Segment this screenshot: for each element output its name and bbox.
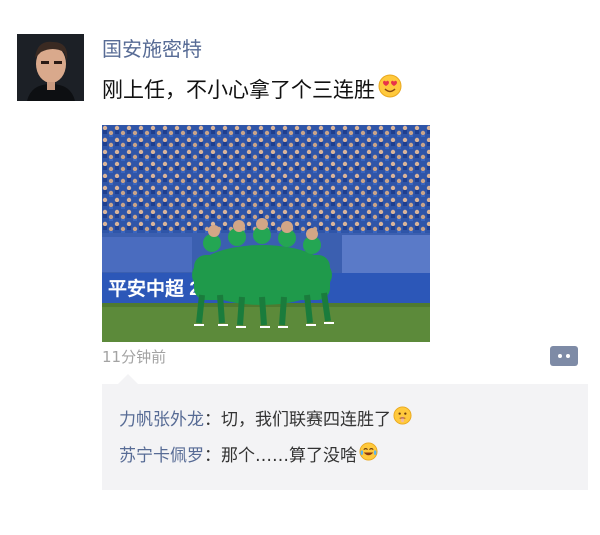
commenter-name[interactable]: 苏宁卡佩罗	[119, 443, 204, 469]
heart-eyes-emoji-icon	[378, 74, 402, 106]
comment-separator: ：	[204, 409, 221, 430]
tears-of-joy-emoji-icon	[359, 442, 378, 469]
comment-text: 那个……算了没啥	[221, 445, 357, 466]
post-author-name[interactable]: 国安施密特	[102, 36, 202, 62]
comments-arrow	[118, 374, 138, 384]
shushing-face-emoji-icon	[393, 406, 412, 433]
post-photo[interactable]: 平安中超 2017中国	[102, 125, 430, 342]
post-text: 刚上任，不小心拿了个三连胜	[102, 74, 402, 106]
comment-button[interactable]	[550, 346, 578, 366]
comment-dot-icon	[558, 354, 562, 358]
comment-text: 切，我们联赛四连胜了	[221, 409, 391, 430]
comments-panel: 力帆张外龙 ： 切，我们联赛四连胜了 苏宁卡佩罗 ： 那个……算了没啥	[102, 384, 588, 490]
commenter-name[interactable]: 力帆张外龙	[119, 407, 204, 433]
comment-dot-icon	[566, 354, 570, 358]
comment-separator: ：	[204, 445, 221, 466]
post-text-content: 刚上任，不小心拿了个三连胜	[102, 78, 375, 102]
comment-item[interactable]: 苏宁卡佩罗 ： 那个……算了没啥	[119, 442, 378, 469]
comment-item[interactable]: 力帆张外龙 ： 切，我们联赛四连胜了	[119, 406, 412, 433]
post-timestamp: 11分钟前	[102, 348, 167, 366]
avatar[interactable]	[17, 34, 84, 101]
